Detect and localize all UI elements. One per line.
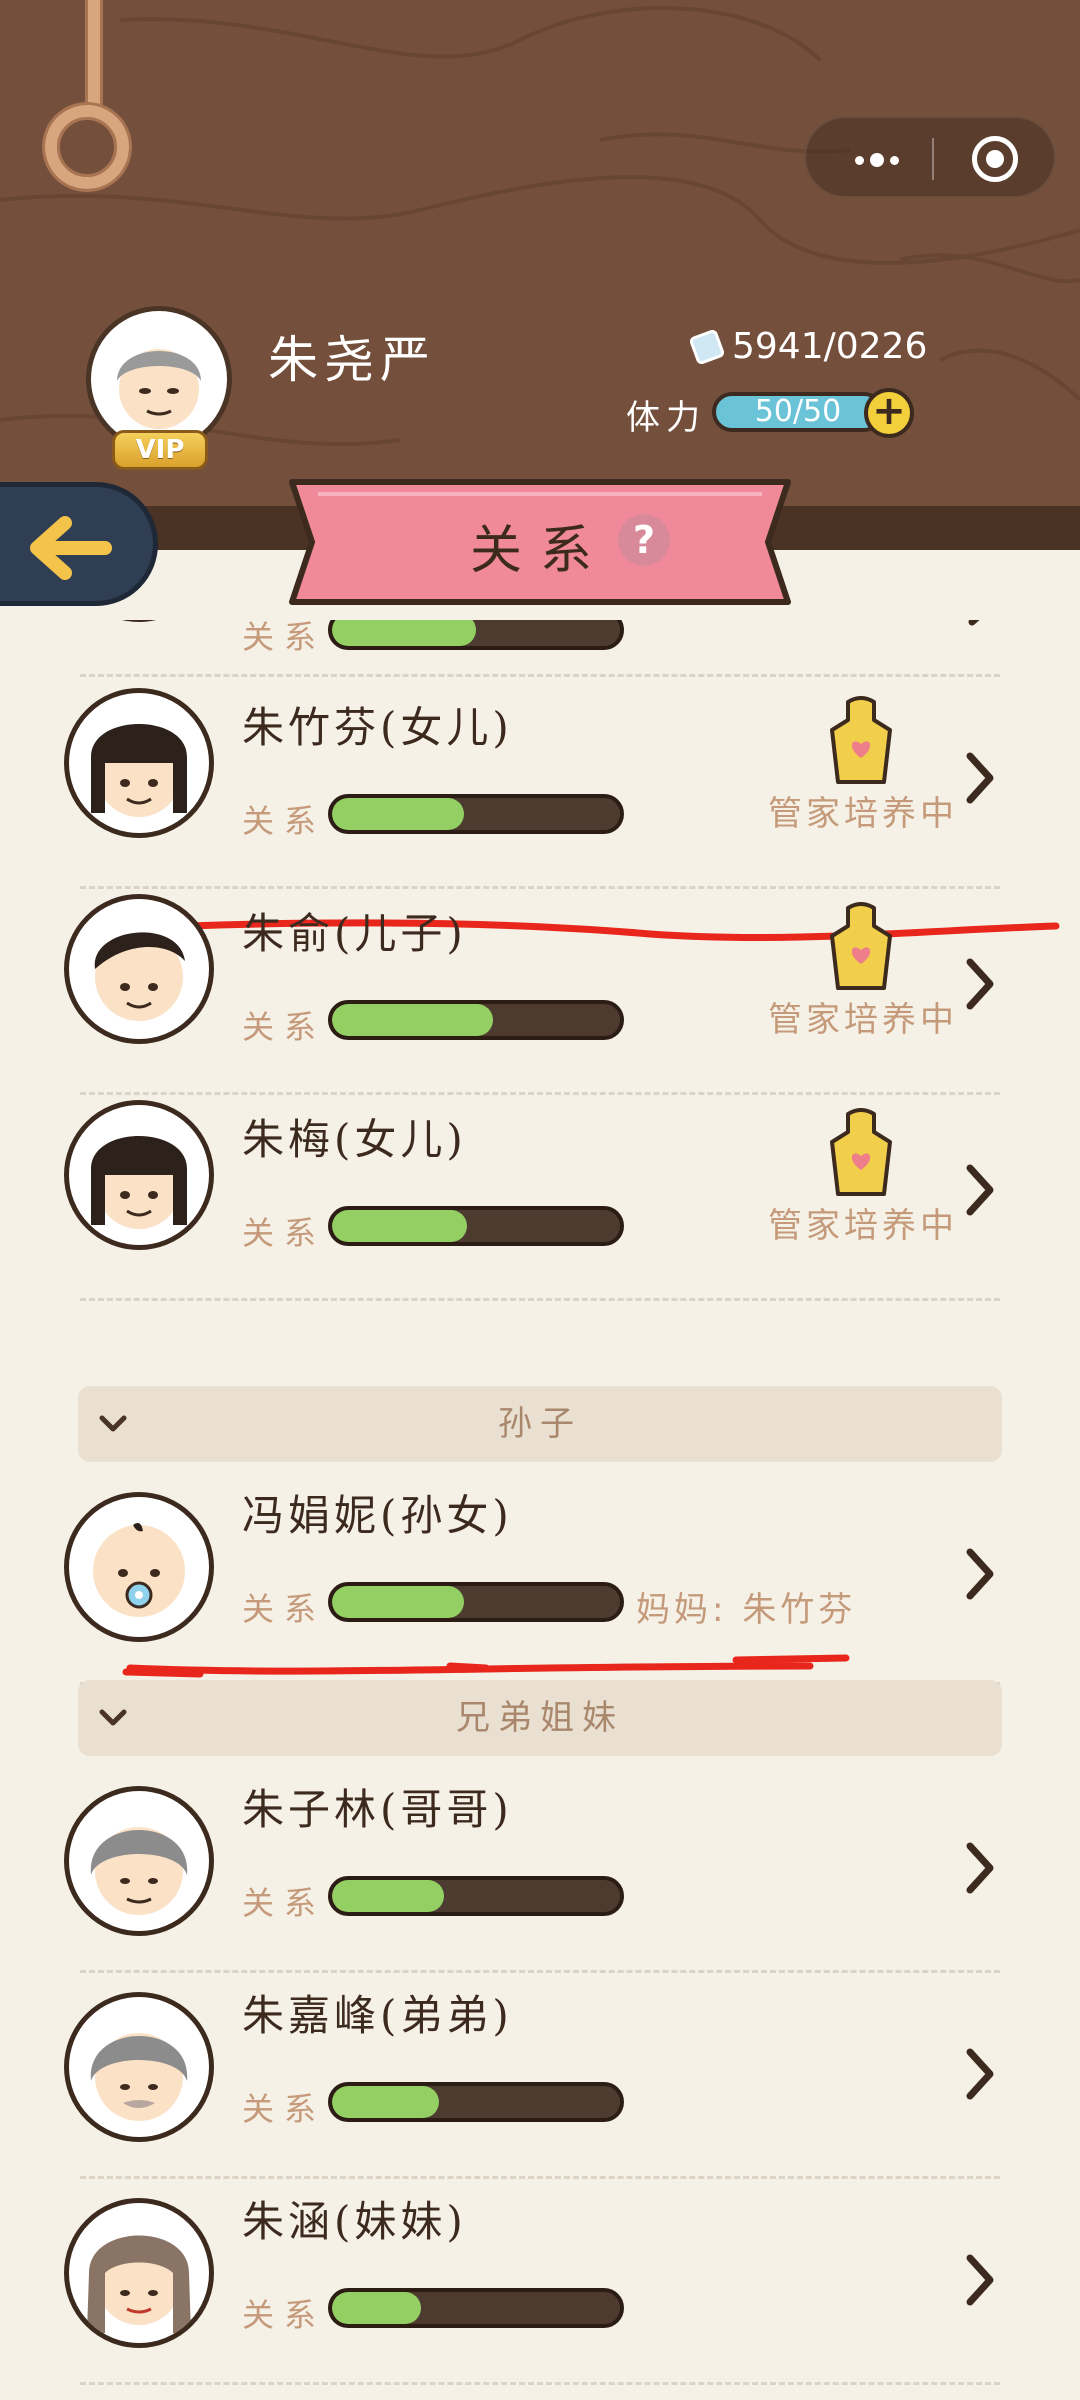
list-item[interactable]: 朱竹芬(女儿) 关系 管家培养中 — [0, 686, 1080, 892]
row-divider — [80, 2176, 1000, 2179]
member-name: 冯娟妮(孙女) — [242, 1491, 513, 1540]
rope-ring-icon — [45, 105, 129, 189]
capsule-divider — [932, 138, 934, 180]
chevron-right-icon[interactable] — [960, 1160, 1000, 1220]
list-item[interactable]: 朱俞(儿子) 关系 管家培养中 — [0, 892, 1080, 1098]
relation-bar — [328, 2082, 624, 2122]
elder-face-icon — [117, 349, 201, 429]
row-divider — [80, 2382, 1000, 2385]
chevron-right-icon[interactable] — [960, 620, 1000, 632]
relation-bar-fill — [332, 2292, 422, 2324]
chevron-right-icon[interactable] — [960, 748, 1000, 808]
baby-face-icon — [93, 1523, 185, 1617]
row-divider — [80, 1298, 1000, 1301]
avatar — [64, 894, 214, 1044]
help-icon[interactable]: ? — [618, 514, 670, 566]
relation-label: 关系 — [242, 802, 327, 840]
miniprogram-capsule — [804, 116, 1056, 198]
apron-icon — [830, 1108, 892, 1196]
member-name: 朱俞(儿子) — [242, 909, 467, 958]
relation-label: 关系 — [242, 620, 327, 656]
stamina-label: 体力 — [626, 398, 706, 438]
relation-bar — [328, 620, 624, 650]
avatar — [64, 1100, 214, 1250]
relation-bar-fill — [332, 1210, 468, 1242]
list-item[interactable]: 朱嘉峰(弟弟) 关系 — [0, 1982, 1080, 2188]
relation-bar-fill — [332, 2086, 439, 2118]
section-label: 兄弟姐妹 — [456, 1698, 624, 1738]
row-divider — [80, 886, 1000, 889]
vip-badge: VIP — [112, 430, 208, 470]
member-name: 朱嘉峰(弟弟) — [242, 1991, 513, 2040]
row-divider — [80, 1970, 1000, 1973]
avatar — [64, 1492, 214, 1642]
girl-face-icon — [91, 1136, 187, 1229]
relation-bar-fill — [332, 1880, 445, 1912]
member-name: 朱子林(哥哥) — [242, 1785, 513, 1834]
relation-label: 关系 — [242, 1214, 327, 1252]
elder-man-face-icon — [90, 1827, 188, 1915]
stamina-bar: 50/50 — [712, 392, 884, 432]
avatar — [64, 1786, 214, 1936]
red-underline-annotation — [122, 1654, 850, 1678]
member-name: 朱涵(妹妹) — [242, 2197, 467, 2246]
elder-man-face-icon — [90, 2033, 188, 2121]
hanging-rope — [85, 0, 103, 113]
relation-bar — [328, 2288, 624, 2328]
coin-count: 5941/0226 — [732, 326, 928, 367]
avatar — [64, 688, 214, 838]
chevron-right-icon[interactable] — [960, 1544, 1000, 1604]
avatar — [64, 2198, 214, 2348]
apron-icon — [830, 902, 892, 990]
add-stamina-button[interactable]: + — [864, 388, 914, 438]
status-text: 管家培养中 — [768, 794, 958, 834]
chevron-right-icon[interactable] — [960, 2250, 1000, 2310]
boy-face-icon — [94, 932, 185, 1021]
row-divider — [80, 674, 1000, 677]
section-label: 孙子 — [498, 1404, 582, 1444]
relation-label: 关系 — [242, 1884, 327, 1922]
list-item[interactable]: 朱梅(女儿) 关系 管家培养中 — [0, 1098, 1080, 1304]
chevron-right-icon[interactable] — [960, 1838, 1000, 1898]
relation-bar — [328, 794, 624, 834]
relation-label: 关系 — [242, 1590, 327, 1628]
member-name: 朱竹芬(女儿) — [242, 703, 513, 752]
status-text: 管家培养中 — [768, 1000, 958, 1040]
parent-text: 妈妈: 朱竹芬 — [636, 1590, 857, 1630]
relation-bar — [328, 1206, 624, 1246]
avatar — [64, 1992, 214, 2142]
relation-bar — [328, 1000, 624, 1040]
apron-icon — [830, 696, 892, 784]
list-item[interactable]: 关系 — [0, 620, 1080, 686]
section-header-siblings[interactable]: 兄弟姐妹 — [78, 1680, 1002, 1756]
relation-bar-fill — [332, 1004, 494, 1036]
chevron-right-icon[interactable] — [960, 2044, 1000, 2104]
relation-label: 关系 — [242, 2090, 327, 2128]
more-dots-icon[interactable] — [842, 140, 912, 180]
relation-label: 关系 — [242, 2296, 327, 2334]
list-item[interactable]: 朱子林(哥哥) 关系 — [0, 1776, 1080, 1982]
player-name: 朱尧严 — [268, 331, 436, 389]
relation-bar-fill — [332, 1586, 465, 1618]
avatar — [64, 620, 214, 622]
relationship-list[interactable]: 关系 朱竹芬(女儿) 关系 管家培养中 朱俞(儿子) 关系 管家培养中 朱梅(女… — [0, 620, 1080, 2400]
chevron-right-icon[interactable] — [960, 954, 1000, 1014]
header-panel: VIP 朱尧严 5941/0226 体力 50/50 + — [0, 0, 1080, 530]
elder-woman-face-icon — [87, 2235, 191, 2333]
relation-bar-fill — [332, 798, 465, 830]
relation-bar — [328, 1582, 624, 1622]
relation-bar-fill — [332, 620, 476, 646]
girl-face-icon — [91, 724, 187, 817]
member-name: 朱梅(女儿) — [242, 1115, 467, 1164]
list-item[interactable]: 朱涵(妹妹) 关系 — [0, 2188, 1080, 2394]
row-divider — [80, 1092, 1000, 1095]
page-title: 关系 — [469, 521, 610, 581]
relation-label: 关系 — [242, 1008, 327, 1046]
target-icon[interactable] — [972, 136, 1018, 182]
relation-bar — [328, 1876, 624, 1916]
status-text: 管家培养中 — [768, 1206, 958, 1246]
coin-ticket-icon — [690, 330, 724, 364]
section-header-grandchildren[interactable]: 孙子 — [78, 1386, 1002, 1462]
